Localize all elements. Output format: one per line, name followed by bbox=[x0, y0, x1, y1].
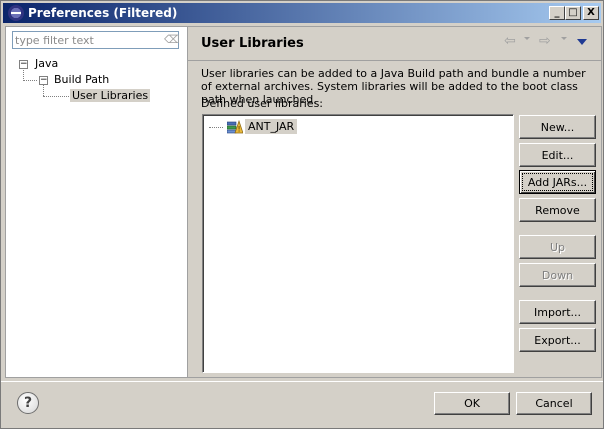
page-header: User Libraries ⇦ ⇨ bbox=[188, 27, 601, 61]
view-menu-icon[interactable] bbox=[577, 39, 587, 45]
add-jars-button[interactable]: Add JARs... bbox=[519, 170, 596, 194]
tree-item-user-libraries[interactable]: User Libraries bbox=[70, 89, 151, 103]
edit-button[interactable]: Edit... bbox=[519, 143, 596, 167]
back-arrow-icon[interactable]: ⇦ bbox=[504, 34, 516, 48]
defined-libraries-label: Defined user libraries: bbox=[201, 97, 324, 110]
forward-arrow-icon[interactable]: ⇨ bbox=[539, 34, 551, 48]
cancel-button[interactable]: Cancel bbox=[516, 392, 592, 415]
up-button[interactable]: Up bbox=[519, 235, 596, 259]
page-title: User Libraries bbox=[201, 36, 304, 51]
preferences-window: Preferences (Filtered) _ □ X ⌫ − Java − … bbox=[0, 0, 604, 429]
library-name: ANT_JAR bbox=[245, 119, 298, 134]
title-bar[interactable]: Preferences (Filtered) _ □ X bbox=[3, 3, 601, 23]
clear-filter-icon[interactable]: ⌫ bbox=[164, 34, 180, 46]
tree-connector bbox=[209, 127, 223, 128]
library-jar-icon bbox=[227, 120, 243, 134]
help-icon[interactable]: ? bbox=[17, 392, 39, 414]
preference-tree-pane: ⌫ − Java − Build Path User Libraries bbox=[5, 26, 188, 378]
collapse-icon[interactable]: − bbox=[19, 60, 28, 69]
tree-item-label: Java bbox=[35, 57, 59, 70]
minimize-button[interactable]: _ bbox=[549, 6, 565, 20]
filter-box: ⌫ bbox=[12, 31, 180, 49]
user-libraries-tree[interactable]: ANT_JAR bbox=[202, 114, 514, 373]
close-button[interactable]: X bbox=[583, 6, 599, 20]
down-button[interactable]: Down bbox=[519, 263, 596, 287]
eclipse-icon bbox=[8, 5, 24, 21]
tree-connector bbox=[23, 80, 37, 81]
export-button[interactable]: Export... bbox=[519, 328, 596, 352]
tree-item-label: Build Path bbox=[54, 73, 110, 86]
new-button[interactable]: New... bbox=[519, 115, 596, 139]
tree-connector bbox=[43, 96, 69, 97]
back-history-dropdown-icon[interactable] bbox=[524, 37, 530, 40]
collapse-icon[interactable]: − bbox=[39, 76, 48, 85]
window-title: Preferences (Filtered) bbox=[28, 6, 178, 20]
maximize-button[interactable]: □ bbox=[565, 6, 581, 20]
preference-page: User Libraries ⇦ ⇨ User libraries can be… bbox=[188, 26, 602, 378]
remove-button[interactable]: Remove bbox=[519, 198, 596, 222]
forward-history-dropdown-icon[interactable] bbox=[561, 37, 567, 40]
ok-button[interactable]: OK bbox=[434, 392, 510, 415]
import-button[interactable]: Import... bbox=[519, 300, 596, 324]
button-bar: ? OK Cancel bbox=[1, 381, 603, 429]
tree-connector bbox=[23, 67, 24, 81]
tree-item-label: User Libraries bbox=[70, 89, 151, 102]
filter-input[interactable] bbox=[15, 33, 155, 47]
